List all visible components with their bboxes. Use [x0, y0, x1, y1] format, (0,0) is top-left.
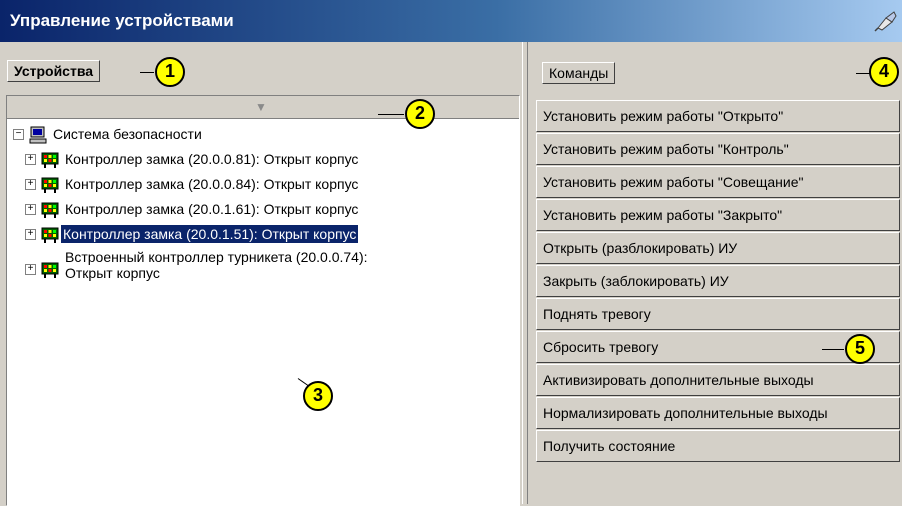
- tree-item[interactable]: + Контроллер замка (20.0.0.81): Открыт к…: [13, 149, 513, 171]
- callout-number: 1: [164, 61, 175, 81]
- tree-item-label: Контроллер замка (20.0.0.81): Открыт кор…: [65, 151, 359, 167]
- tree-item-label: Контроллер замка (20.0.1.51): Открыт кор…: [61, 225, 359, 243]
- tree-sort-header[interactable]: ▼: [7, 96, 519, 119]
- collapse-icon[interactable]: −: [13, 129, 24, 140]
- tree-root-label: Система безопасности: [53, 126, 202, 142]
- tree-item-selected[interactable]: + Контроллер замка (20.0.1.51): Открыт к…: [13, 224, 513, 246]
- command-button[interactable]: Установить режим работы "Контроль": [536, 133, 900, 165]
- window-title: Управление устройствами: [10, 11, 234, 30]
- command-button[interactable]: Получить состояние: [536, 430, 900, 462]
- devices-panel: Устройства ▼ − Система безопасности + Ко…: [0, 42, 522, 506]
- tree-item[interactable]: + Контроллер замка (20.0.0.84): Открыт к…: [13, 174, 513, 196]
- tree-item[interactable]: + Контроллер замка (20.0.1.61): Открыт к…: [13, 199, 513, 221]
- controller-icon: [41, 227, 59, 243]
- controller-icon: [41, 262, 59, 278]
- callout-4: 4: [868, 56, 900, 88]
- tab-devices[interactable]: Устройства: [7, 60, 101, 82]
- callout-number: 3: [312, 385, 323, 405]
- controller-icon: [41, 152, 59, 168]
- command-button[interactable]: Нормализировать дополнительные выходы: [536, 397, 900, 429]
- sort-arrow-icon[interactable]: ▼: [255, 100, 267, 114]
- expand-icon[interactable]: +: [25, 204, 36, 215]
- callout-leader: [140, 72, 154, 73]
- callout-1: 1: [154, 56, 186, 88]
- callout-number: 5: [854, 338, 865, 358]
- expand-icon[interactable]: +: [25, 264, 36, 275]
- expand-icon[interactable]: +: [25, 229, 36, 240]
- computer-icon: [29, 126, 47, 144]
- callout-2: 2: [404, 98, 436, 130]
- panel-splitter[interactable]: [522, 42, 528, 504]
- controller-icon: [41, 202, 59, 218]
- callout-leader: [822, 349, 844, 350]
- commands-panel: Команды Установить режим работы "Открыто…: [532, 42, 902, 504]
- tree-root[interactable]: − Система безопасности: [13, 124, 513, 146]
- tree-item[interactable]: + Встроенный контроллер турникета (20.0.…: [13, 248, 513, 288]
- command-button[interactable]: Открыть (разблокировать) ИУ: [536, 232, 900, 264]
- command-button[interactable]: Установить режим работы "Закрыто": [536, 199, 900, 231]
- expand-icon[interactable]: +: [25, 179, 36, 190]
- tab-commands[interactable]: Команды: [542, 62, 616, 84]
- controller-icon: [41, 177, 59, 193]
- command-button[interactable]: Установить режим работы "Открыто": [536, 100, 900, 132]
- command-button[interactable]: Закрыть (заблокировать) ИУ: [536, 265, 900, 297]
- window-titlebar: Управление устройствами: [0, 0, 902, 42]
- device-tree[interactable]: ▼ − Система безопасности + Контроллер за…: [6, 95, 520, 506]
- expand-icon[interactable]: +: [25, 154, 36, 165]
- tree-item-label: Контроллер замка (20.0.1.61): Открыт кор…: [65, 201, 359, 217]
- tree-item-label-line2: Открыт корпус: [65, 265, 160, 281]
- command-button[interactable]: Активизировать дополнительные выходы: [536, 364, 900, 396]
- command-button[interactable]: Поднять тревогу: [536, 298, 900, 330]
- callout-5: 5: [844, 333, 876, 365]
- callout-number: 4: [878, 61, 889, 81]
- callout-3: 3: [302, 380, 334, 412]
- pin-icon[interactable]: [874, 10, 898, 32]
- command-button[interactable]: Установить режим работы "Совещание": [536, 166, 900, 198]
- tree-item-label: Контроллер замка (20.0.0.84): Открыт кор…: [65, 176, 359, 192]
- callout-leader: [378, 114, 404, 115]
- callout-number: 2: [414, 103, 425, 123]
